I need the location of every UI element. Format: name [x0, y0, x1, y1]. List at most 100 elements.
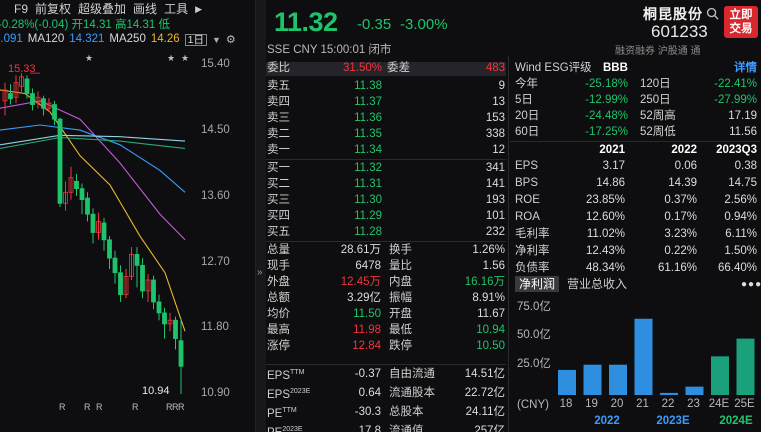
stat-value: 10.94	[476, 324, 505, 336]
chart-quote-text: -0.28%(-0.04) 开14.31 高14.31 低	[0, 18, 170, 31]
candle-body	[24, 78, 30, 94]
divider	[266, 364, 506, 365]
weicha-value: 483	[485, 62, 505, 74]
ask-price: 11.35	[354, 128, 382, 140]
fin-value: 0.06	[674, 160, 697, 172]
expand-chevron-icon[interactable]: »	[257, 268, 263, 278]
toolbar-more-icon[interactable]: ▶	[195, 4, 202, 14]
chart-toolbar: F9 前复权 超级叠加 画线 工具 ▶	[0, 0, 255, 18]
price-change-pct: -3.00%	[400, 16, 448, 33]
search-icon[interactable]	[706, 7, 719, 20]
stat-value: 28.61万	[340, 244, 381, 256]
toolbar-overlay[interactable]: 超级叠加	[78, 3, 126, 15]
rights-marker: R	[84, 402, 91, 412]
return-value: 11.56	[729, 126, 757, 138]
fin-value: 3.17	[602, 160, 625, 172]
bar-19	[583, 364, 602, 395]
divider	[266, 159, 506, 160]
valuation-value: 14.51亿	[464, 368, 505, 380]
valuation-label: 流通值	[389, 425, 424, 432]
stat-label: 开盘	[389, 308, 412, 320]
return-label: 今年	[515, 78, 538, 90]
bid-label: 买三	[267, 194, 290, 206]
y-tick: 11.80	[201, 321, 229, 333]
candle-body	[41, 98, 46, 109]
valuation-label: EPSTTM	[267, 369, 305, 382]
period-selector[interactable]: 1日	[184, 34, 207, 46]
return-label: 60日	[515, 126, 540, 138]
market-meta: SSE CNY 15:00:01 闭市	[267, 44, 392, 56]
return-label: 5日	[515, 94, 533, 106]
valuation-value: 257亿	[474, 425, 505, 432]
stock-code: 601233	[651, 22, 708, 41]
bar-x-tick: 21	[636, 398, 649, 410]
stat-value: 12.45万	[340, 276, 381, 288]
period-dropdown-icon[interactable]: ▼	[212, 35, 221, 45]
ask-label: 卖三	[267, 112, 290, 124]
price-change: -0.35	[357, 16, 392, 33]
ask-label: 卖二	[267, 128, 290, 140]
net-profit-bar-chart	[558, 318, 755, 395]
bar-22	[660, 392, 678, 395]
stat-label: 内盘	[389, 276, 412, 288]
fin-value: 48.34%	[585, 262, 625, 274]
fin-value: 0.22%	[664, 245, 697, 257]
return-label: 250日	[640, 94, 671, 106]
fin-label: 负债率	[515, 262, 550, 274]
bid-volume: 341	[485, 162, 505, 174]
stat-value: 3.29亿	[347, 292, 381, 304]
return-value: -12.99%	[585, 94, 628, 106]
panel-splitter[interactable]: »	[256, 0, 266, 432]
esg-rating: BBB	[603, 62, 628, 74]
esg-detail-link[interactable]: 详情	[734, 62, 757, 75]
ask-label: 卖一	[267, 144, 290, 156]
candle-body	[118, 272, 123, 296]
kline-chart-panel[interactable]: F9 前复权 超级叠加 画线 工具 ▶ -0.28%(-0.04) 开14.31…	[0, 0, 256, 432]
bar-x-tick: 22	[661, 398, 675, 410]
toolbar-f9[interactable]: F9	[14, 3, 28, 15]
candle-body	[173, 319, 178, 339]
fin-value: 61.16%	[657, 262, 697, 274]
ask-label: 卖五	[267, 80, 290, 92]
toolbar-tools[interactable]: 工具	[164, 3, 188, 15]
stat-value: 1.56	[482, 260, 505, 272]
fin-value: 0.17%	[664, 211, 697, 223]
bid-label: 买五	[267, 226, 290, 238]
valuation-label: EPS2023E	[267, 388, 311, 401]
valuation-value: -30.3	[354, 406, 381, 418]
bid-label: 买一	[267, 162, 290, 174]
tab-net-profit[interactable]: 净利润	[515, 276, 560, 292]
settings-gear-icon[interactable]: ⚙	[226, 34, 236, 46]
candlestick-canvas[interactable]	[0, 56, 200, 401]
fin-year: 2023Q3	[716, 144, 757, 156]
stock-name: 桐昆股份	[643, 6, 703, 22]
ma-label: MA120	[27, 33, 65, 46]
fin-value: 14.75	[728, 177, 757, 189]
return-value: -24.48%	[585, 110, 628, 122]
stat-value: 1.26%	[472, 244, 505, 256]
toolbar-draw[interactable]: 画线	[133, 3, 157, 15]
fin-year: 2021	[599, 144, 625, 156]
ask-volume: 338	[485, 128, 505, 140]
toolbar-adjust[interactable]: 前复权	[35, 3, 71, 15]
return-value: -27.99%	[714, 94, 757, 106]
more-options-icon[interactable]: ●●●	[741, 280, 761, 290]
bid-volume: 193	[485, 194, 505, 206]
tab-revenue[interactable]: 营业总收入	[563, 276, 631, 292]
bar-24E	[711, 356, 729, 395]
profit-tabs: 净利润 营业总收入	[515, 276, 631, 292]
ask-price: 11.36	[354, 112, 382, 124]
candle-body	[8, 93, 13, 100]
year-group-label: 2023E	[656, 415, 690, 427]
valuation-value: -0.37	[354, 368, 381, 380]
divider	[266, 241, 506, 242]
trade-now-button[interactable]: 立即 交易	[724, 6, 758, 38]
candle-body	[30, 93, 35, 105]
candle-body	[134, 254, 140, 266]
fin-value: 66.40%	[717, 262, 757, 274]
valuation-value: 22.72亿	[464, 387, 505, 399]
ask-label: 卖四	[267, 96, 290, 108]
ask-price: 11.34	[354, 144, 382, 156]
valuation-label: PE2023E	[267, 426, 303, 432]
candle-body	[107, 239, 112, 259]
